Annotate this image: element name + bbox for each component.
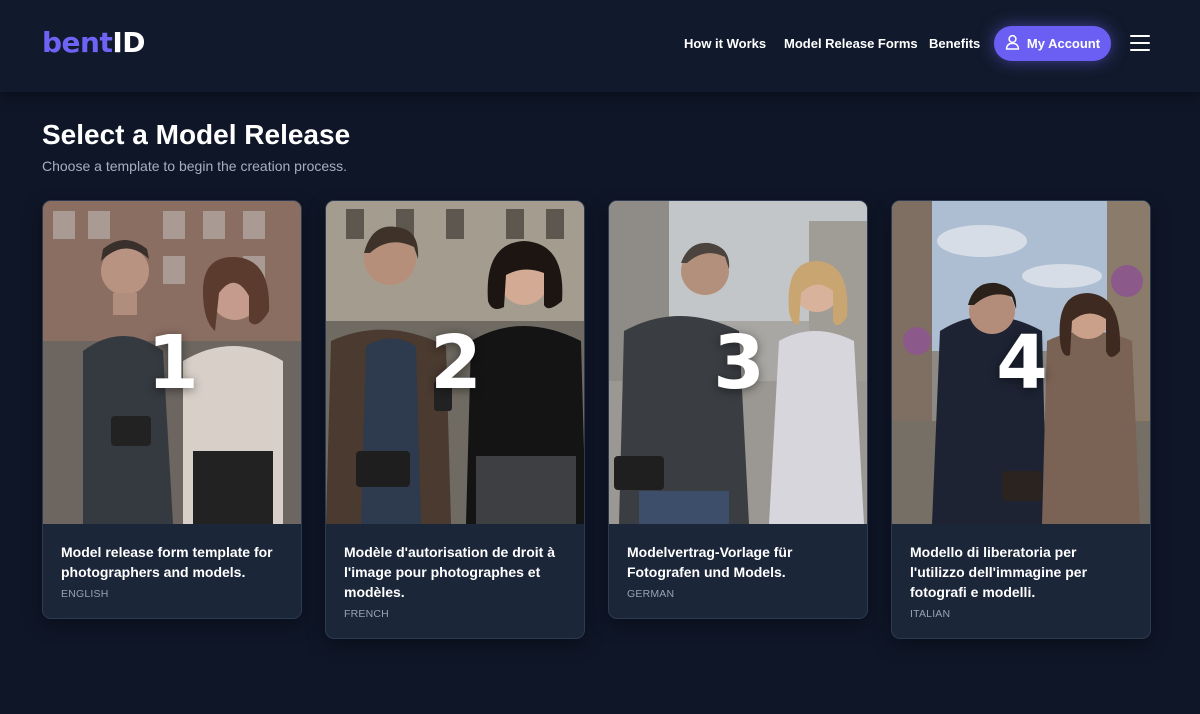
- user-icon: [1005, 34, 1020, 53]
- menu-bar: [1130, 42, 1150, 44]
- card-language: FRENCH: [344, 608, 389, 620]
- template-card-english[interactable]: 1 Model release form template for photog…: [42, 200, 302, 619]
- page-title: Select a Model Release: [42, 119, 351, 150]
- card-title: Modèle d'autorisation de droit à l'image…: [344, 544, 556, 600]
- logo-part-id: ID: [112, 26, 146, 59]
- card-body: Modello di liberatoria per l'utilizzo de…: [892, 524, 1150, 638]
- template-card-german[interactable]: 3 Modelvertrag-Vorlage für Fotografen un…: [608, 200, 868, 619]
- nav-benefits-label: Benefits: [929, 35, 981, 51]
- hamburger-menu-icon[interactable]: [1128, 32, 1152, 54]
- card-number: 2: [430, 319, 482, 406]
- my-account-button[interactable]: My Account: [994, 26, 1111, 61]
- card-photo: 2: [326, 201, 584, 524]
- nav-how-it-works[interactable]: How it Works: [684, 26, 766, 60]
- template-card-french[interactable]: 2 Modèle d'autorisation de droit à l'ima…: [325, 200, 585, 639]
- card-photo: 4: [892, 201, 1150, 524]
- page-subtitle: Choose a template to begin the creation …: [42, 158, 348, 174]
- card-body: Model release form template for photogra…: [43, 524, 301, 618]
- card-language: GERMAN: [627, 588, 675, 600]
- card-number: 4: [996, 319, 1048, 406]
- nav-model-release-forms[interactable]: Model Release Forms: [784, 26, 918, 60]
- card-photo: 3: [609, 201, 867, 524]
- site-header: bentID How it Works Model Release Forms …: [0, 0, 1200, 92]
- nav-model-release-forms-label: Model Release Forms: [784, 35, 918, 51]
- card-title: Model release form template for photogra…: [61, 544, 273, 580]
- nav-how-it-works-label: How it Works: [684, 35, 767, 51]
- logo-part-bent: bent: [42, 26, 113, 59]
- card-body: Modelvertrag-Vorlage für Fotografen und …: [609, 524, 867, 618]
- card-number: 3: [713, 319, 765, 406]
- bentid-logo[interactable]: bentID: [42, 26, 146, 60]
- card-photo: 1: [43, 201, 301, 524]
- template-card-italian[interactable]: 4 Modello di liberatoria per l'utilizzo …: [891, 200, 1151, 639]
- menu-bar: [1130, 49, 1150, 51]
- card-title: Modello di liberatoria per l'utilizzo de…: [910, 544, 1088, 600]
- my-account-label: My Account: [1026, 36, 1101, 51]
- nav-benefits[interactable]: Benefits: [929, 26, 980, 60]
- card-body: Modèle d'autorisation de droit à l'image…: [326, 524, 584, 638]
- card-title: Modelvertrag-Vorlage für Fotografen und …: [627, 544, 793, 580]
- card-language: ITALIAN: [910, 608, 951, 620]
- card-number: 1: [147, 319, 199, 406]
- card-language: ENGLISH: [61, 588, 109, 600]
- menu-bar: [1130, 35, 1150, 37]
